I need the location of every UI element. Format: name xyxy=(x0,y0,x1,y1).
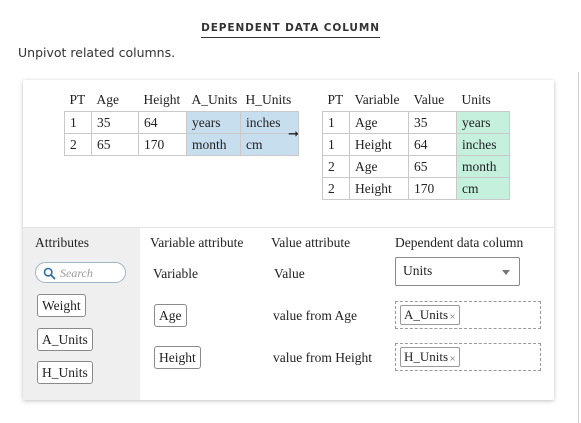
table-row: 2 Height 170 cm xyxy=(322,177,510,200)
variable-name-value: Variable xyxy=(153,266,198,281)
search-input[interactable]: Search xyxy=(35,262,126,283)
column-header: A_Units xyxy=(191,92,238,107)
table-header-row: PT Age Height A_Units H_Units xyxy=(65,92,299,112)
table-cell: 64 xyxy=(408,133,457,156)
table-row: 1 Age 35 years xyxy=(322,111,510,134)
window-edge xyxy=(578,72,579,423)
result-table: PT Variable Value Units 1 Age 35 years 1… xyxy=(322,92,510,200)
dependent-dropzone-height[interactable]: H_Units× xyxy=(395,343,541,371)
table-cell: 35 xyxy=(408,111,457,134)
table-cell: Age xyxy=(349,111,409,134)
attribute-chip-weight[interactable]: Weight xyxy=(37,294,86,317)
column-header: Variable xyxy=(354,92,400,107)
search-placeholder: Search xyxy=(60,266,93,280)
close-icon[interactable]: × xyxy=(449,354,456,363)
value-attribute-header: Value attribute xyxy=(271,235,351,250)
table-cell: 2 xyxy=(322,155,350,178)
table-cell: 2 xyxy=(64,133,92,156)
dependent-dropzone-age[interactable]: A_Units× xyxy=(395,301,541,329)
table-cell: 65 xyxy=(408,155,457,178)
dependent-tag-label: A_Units xyxy=(404,307,449,322)
column-header: Age xyxy=(96,92,120,107)
variable-attribute-header: Variable attribute xyxy=(150,235,244,250)
source-table: PT Age Height A_Units H_Units 1 35 64 ye… xyxy=(64,92,299,156)
table-row: 1 35 64 years inches xyxy=(64,111,299,134)
column-header: Value xyxy=(413,92,445,107)
table-row: 2 65 170 month cm xyxy=(64,133,299,156)
table-cell: month xyxy=(456,155,510,178)
table-cell: Height xyxy=(349,177,409,200)
variable-chip-height[interactable]: Height xyxy=(154,346,201,369)
variable-chip-age[interactable]: Age xyxy=(154,304,187,327)
dependent-tag-label: H_Units xyxy=(404,349,449,364)
dependent-column-select[interactable]: Units xyxy=(395,257,520,286)
table-cell: Age xyxy=(349,155,409,178)
table-row: 2 Age 65 month xyxy=(322,155,510,178)
table-cell: 1 xyxy=(322,133,350,156)
table-row: 1 Height 64 inches xyxy=(322,133,510,156)
table-header-row: PT Variable Value Units xyxy=(323,92,510,112)
column-header: Units xyxy=(461,92,491,107)
dependent-tag-h-units: H_Units× xyxy=(400,347,460,367)
value-mapping-age: value from Age xyxy=(273,308,357,323)
page-title: DEPENDENT DATA COLUMN xyxy=(0,18,581,38)
table-cell: years xyxy=(456,111,510,134)
table-cell: 1 xyxy=(64,111,92,134)
table-cell: Height xyxy=(349,133,409,156)
table-cell: years xyxy=(186,111,241,134)
close-icon[interactable]: × xyxy=(449,312,456,321)
attributes-label: Attributes xyxy=(35,235,89,250)
attribute-chip-a-units[interactable]: A_Units xyxy=(37,328,93,351)
search-icon xyxy=(43,267,56,280)
table-cell: 2 xyxy=(322,177,350,200)
chevron-down-icon xyxy=(502,270,510,275)
table-cell: 64 xyxy=(138,111,187,134)
value-mapping-height: value from Height xyxy=(273,350,372,365)
table-cell: cm xyxy=(456,177,510,200)
attribute-chip-h-units[interactable]: H_Units xyxy=(37,361,93,384)
page-subtitle: Unpivot related columns. xyxy=(18,45,176,60)
column-header: Height xyxy=(143,92,181,107)
column-header: H_Units xyxy=(245,92,292,107)
table-cell: 35 xyxy=(91,111,139,134)
unpivot-card: PT Age Height A_Units H_Units 1 35 64 ye… xyxy=(23,80,554,400)
table-cell: 1 xyxy=(322,111,350,134)
table-cell: 170 xyxy=(408,177,457,200)
column-header: PT xyxy=(69,92,86,107)
dependent-tag-a-units: A_Units× xyxy=(400,305,460,325)
table-cell: inches xyxy=(456,133,510,156)
value-name-value: Value xyxy=(274,266,305,281)
table-cell: 170 xyxy=(138,133,187,156)
column-header: PT xyxy=(327,92,344,107)
table-cell: month xyxy=(186,133,241,156)
arrow-right-icon: ➞ xyxy=(288,127,299,142)
table-cell: 65 xyxy=(91,133,139,156)
dependent-column-selected: Units xyxy=(403,263,433,278)
dependent-column-header: Dependent data column xyxy=(395,235,524,250)
